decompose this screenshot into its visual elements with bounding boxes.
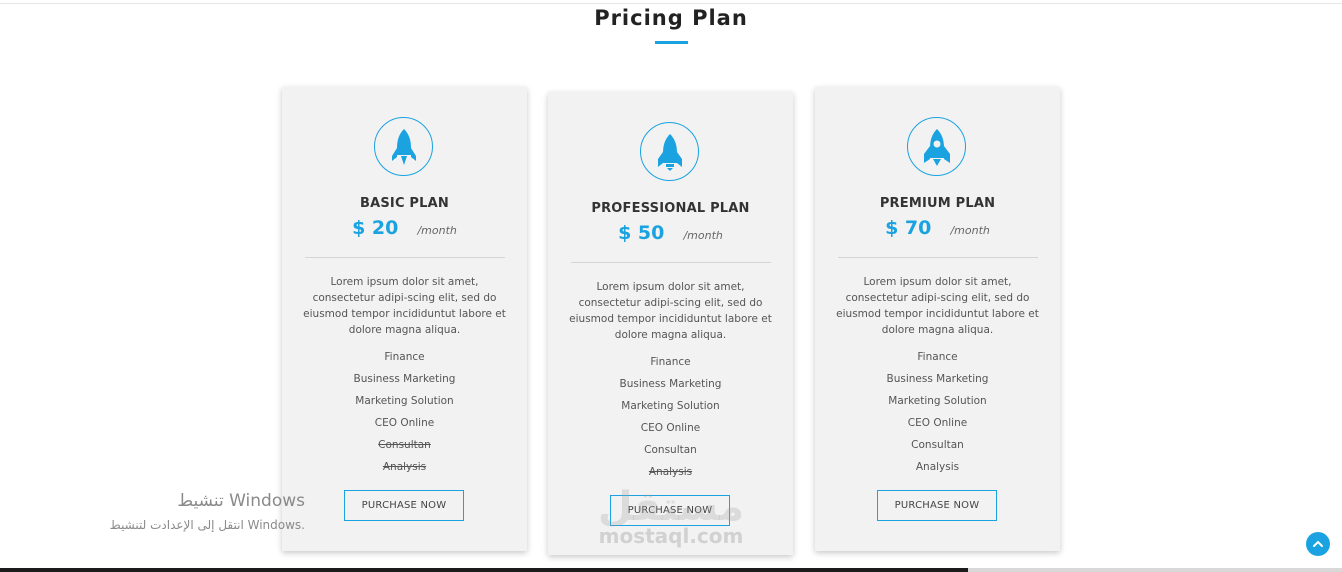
feature-item: Business Marketing	[619, 378, 722, 390]
pricing-card-basic: BASIC PLAN $ 20 /month Lorem ipsum dolor…	[282, 87, 527, 551]
chevron-up-icon	[1313, 540, 1323, 547]
feature-item: Finance	[917, 351, 958, 363]
windows-activation-notice: تنشيط Windows انتقل إلى الإعدادت لتنشيط …	[60, 490, 305, 534]
feature-item-excluded: Consultan	[378, 439, 431, 451]
plan-description: Lorem ipsum dolor sit amet, consectetur …	[303, 276, 506, 336]
feature-item: Marketing Solution	[888, 395, 987, 407]
plan-name: PREMIUM PLAN	[879, 196, 996, 211]
feature-item-excluded: Analysis	[382, 461, 427, 473]
purchase-now-button-professional[interactable]: PURCHASE NOW	[610, 495, 730, 526]
scroll-to-top-button[interactable]	[1306, 532, 1330, 556]
rocket-icon	[374, 117, 433, 176]
top-divider	[0, 3, 1342, 4]
card-divider	[571, 262, 771, 263]
price-row: $ 50 /month	[548, 222, 793, 244]
plan-price: $ 20	[352, 217, 399, 239]
plan-description: Lorem ipsum dolor sit amet, consectetur …	[836, 276, 1039, 336]
pricing-card-premium: PREMIUM PLAN $ 70 /month Lorem ipsum dol…	[815, 87, 1060, 551]
price-period: /month	[417, 224, 457, 237]
feature-list: Finance Business Marketing Marketing Sol…	[282, 349, 527, 481]
plan-name: PROFESSIONAL PLAN	[591, 201, 750, 216]
price-period: /month	[950, 224, 990, 237]
section-title: Pricing Plan	[594, 6, 748, 30]
plan-price: $ 70	[885, 217, 932, 239]
price-row: $ 20 /month	[282, 217, 527, 239]
rocket-window-icon	[907, 117, 966, 176]
plan-name: BASIC PLAN	[360, 196, 449, 211]
feature-item: CEO Online	[907, 417, 968, 429]
feature-item: Consultan	[911, 439, 964, 451]
feature-item: CEO Online	[640, 422, 701, 434]
bottom-bar-right	[968, 568, 1342, 572]
feature-item: Finance	[650, 356, 691, 368]
feature-item: Marketing Solution	[355, 395, 454, 407]
feature-item: Business Marketing	[353, 373, 456, 385]
card-divider	[838, 257, 1038, 258]
feature-item: Finance	[384, 351, 425, 363]
price-row: $ 70 /month	[815, 217, 1060, 239]
price-period: /month	[683, 229, 723, 242]
plan-description: Lorem ipsum dolor sit amet, consectetur …	[569, 281, 772, 341]
plan-price: $ 50	[618, 222, 665, 244]
feature-item: Consultan	[644, 444, 697, 456]
activation-subtitle: انتقل إلى الإعدادت لتنشيط Windows.	[109, 518, 305, 532]
feature-item: Analysis	[915, 461, 960, 473]
activation-title: تنشيط Windows	[177, 491, 305, 511]
rocket-icon	[640, 122, 699, 181]
pricing-card-professional: PROFESSIONAL PLAN $ 50 /month Lorem ipsu…	[548, 92, 793, 555]
feature-item: CEO Online	[374, 417, 435, 429]
feature-item: Marketing Solution	[621, 400, 720, 412]
purchase-now-button-basic[interactable]: PURCHASE NOW	[344, 490, 464, 521]
feature-item-excluded: Analysis	[648, 466, 693, 478]
feature-list: Finance Business Marketing Marketing Sol…	[815, 349, 1060, 481]
card-divider	[305, 257, 505, 258]
purchase-now-button-premium[interactable]: PURCHASE NOW	[877, 490, 997, 521]
title-underline	[655, 41, 688, 44]
feature-list: Finance Business Marketing Marketing Sol…	[548, 354, 793, 486]
feature-item: Business Marketing	[886, 373, 989, 385]
